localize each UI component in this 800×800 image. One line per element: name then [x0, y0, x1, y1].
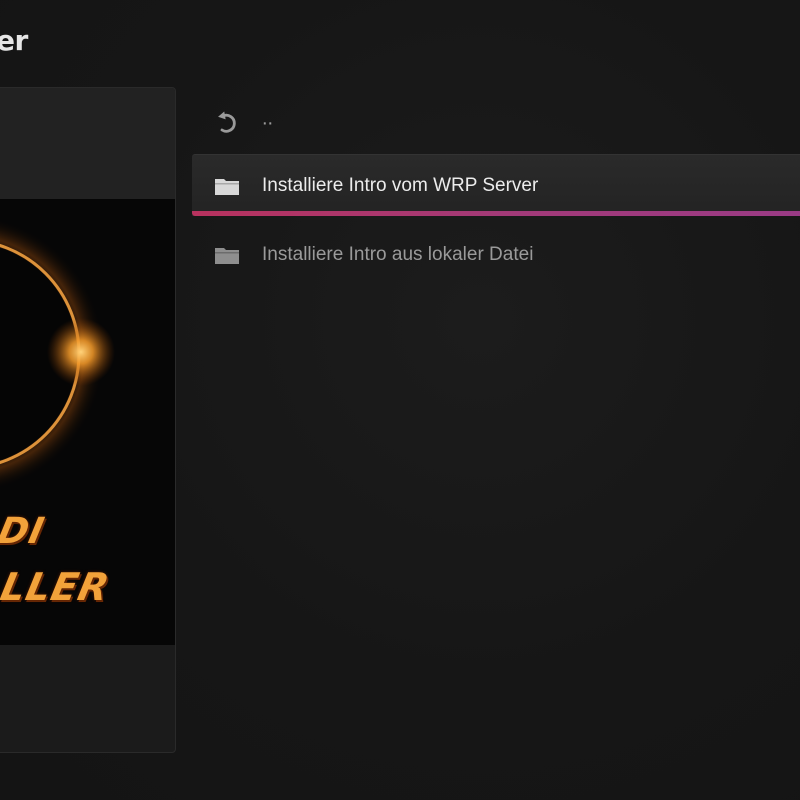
list-item-install-local[interactable]: Installiere Intro aus lokaler Datei — [192, 224, 800, 286]
folder-icon — [215, 248, 239, 264]
back-arrow-icon — [218, 111, 236, 133]
eclipse-flare — [47, 318, 115, 386]
list-item-label: Installiere Intro aus lokaler Datei — [262, 244, 534, 265]
info-panel-header — [0, 88, 175, 199]
poster-title-line2: TALLER — [0, 565, 114, 609]
folder-icon — [215, 179, 239, 195]
page-title: er — [0, 24, 28, 57]
info-panel: ODI TALLER — [0, 87, 176, 753]
selection-highlight-bar — [192, 211, 800, 216]
list-item-label: .. — [262, 107, 274, 130]
list-item-label: Installiere Intro vom WRP Server — [262, 174, 539, 196]
list-item-parent[interactable]: .. — [192, 92, 800, 154]
app-window: er ODI TALLER .. Installiere Intro vom W… — [0, 0, 800, 800]
addon-poster: ODI TALLER — [0, 199, 175, 645]
list-item-install-wrp[interactable]: Installiere Intro vom WRP Server — [192, 154, 800, 216]
